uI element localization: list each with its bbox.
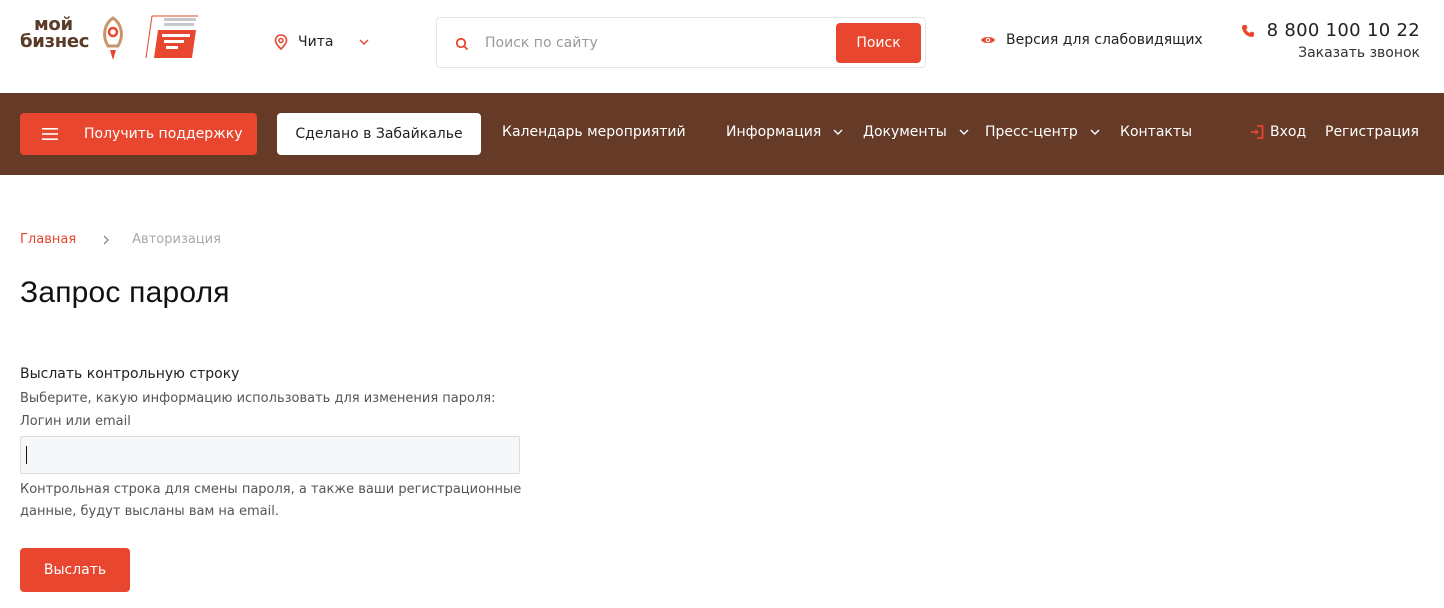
login-email-field[interactable]: [20, 436, 520, 474]
map-pin-icon: [274, 34, 288, 50]
phone-number: 8 800 100 10 22: [1266, 20, 1420, 41]
page-title: Запрос пароля: [20, 276, 230, 309]
accessibility-label: Версия для слабовидящих: [1006, 32, 1203, 48]
made-in-zabaikalye-label: Сделано в Забайкалье: [295, 126, 463, 142]
city-name: Чита: [298, 34, 334, 50]
nav-item-press-center[interactable]: Пресс-центр: [985, 124, 1100, 140]
chevron-down-icon: [959, 129, 969, 135]
nav-item-contacts[interactable]: Контакты: [1120, 124, 1192, 140]
form-section-title: Выслать контрольную строку: [20, 366, 240, 382]
breadcrumb-current: Авторизация: [132, 232, 221, 247]
city-selector[interactable]: Чита: [274, 32, 369, 52]
nav-item-label: Контакты: [1120, 124, 1193, 140]
breadcrumb: Главная Авторизация: [20, 232, 221, 247]
login-email-label: Логин или email: [20, 414, 131, 429]
nav-item-label: Документы: [863, 124, 947, 140]
national-projects-badge: [144, 14, 200, 60]
breadcrumb-home-link[interactable]: Главная: [20, 232, 76, 247]
badge-graphic: [145, 15, 198, 59]
nav-item-information[interactable]: Информация: [726, 124, 843, 140]
logo-line-2: бизнес: [20, 31, 90, 52]
form-note: Контрольная строка для смены пароля, а т…: [20, 482, 522, 519]
get-support-button[interactable]: Получить поддержку: [20, 113, 257, 155]
eye-icon: [981, 37, 995, 43]
rocket-icon: [103, 16, 123, 60]
chevron-down-icon: [833, 129, 843, 135]
login-link[interactable]: Вход: [1250, 124, 1306, 140]
phone-link[interactable]: 8 800 100 10 22: [1241, 20, 1420, 41]
site-header: мой бизнес Чита Поиск по сайту Поиск Вер…: [0, 0, 1444, 93]
chevron-down-icon: [1090, 129, 1100, 135]
register-link[interactable]: Регистрация: [1325, 124, 1419, 140]
nav-item-label: Информация: [726, 124, 822, 140]
nav-item-documents[interactable]: Документы: [863, 124, 969, 140]
site-logo[interactable]: мой бизнес: [20, 14, 200, 64]
nav-item-label: Календарь мероприятий: [502, 124, 686, 140]
site-search: Поиск: [436, 17, 926, 68]
chevron-down-icon: [359, 39, 369, 45]
search-icon: [455, 37, 469, 51]
made-in-zabaikalye-button[interactable]: Сделано в Забайкалье: [277, 113, 481, 155]
text-caret: [26, 446, 27, 464]
main-nav: Получить поддержку Сделано в Забайкалье …: [0, 93, 1444, 175]
nav-item-label: Пресс-центр: [985, 124, 1078, 140]
logo-text: мой бизнес: [20, 16, 90, 52]
login-label: Вход: [1270, 124, 1307, 140]
search-input[interactable]: [485, 26, 825, 60]
login-icon: [1251, 125, 1264, 139]
search-button[interactable]: Поиск: [836, 23, 921, 63]
phone-icon: [1241, 24, 1254, 37]
get-support-label: Получить поддержку: [84, 126, 243, 142]
callback-link[interactable]: Заказать звонок: [1241, 45, 1420, 61]
contact-block: 8 800 100 10 22 Заказать звонок: [1241, 20, 1420, 61]
register-label: Регистрация: [1325, 124, 1419, 140]
chevron-right-icon: [103, 235, 110, 244]
menu-icon: [42, 128, 58, 140]
form-hint: Выберите, какую информацию использовать …: [20, 391, 496, 406]
nav-item-calendar[interactable]: Календарь мероприятий: [502, 124, 686, 140]
send-button[interactable]: Выслать: [20, 548, 130, 592]
accessibility-link[interactable]: Версия для слабовидящих: [980, 32, 1203, 48]
